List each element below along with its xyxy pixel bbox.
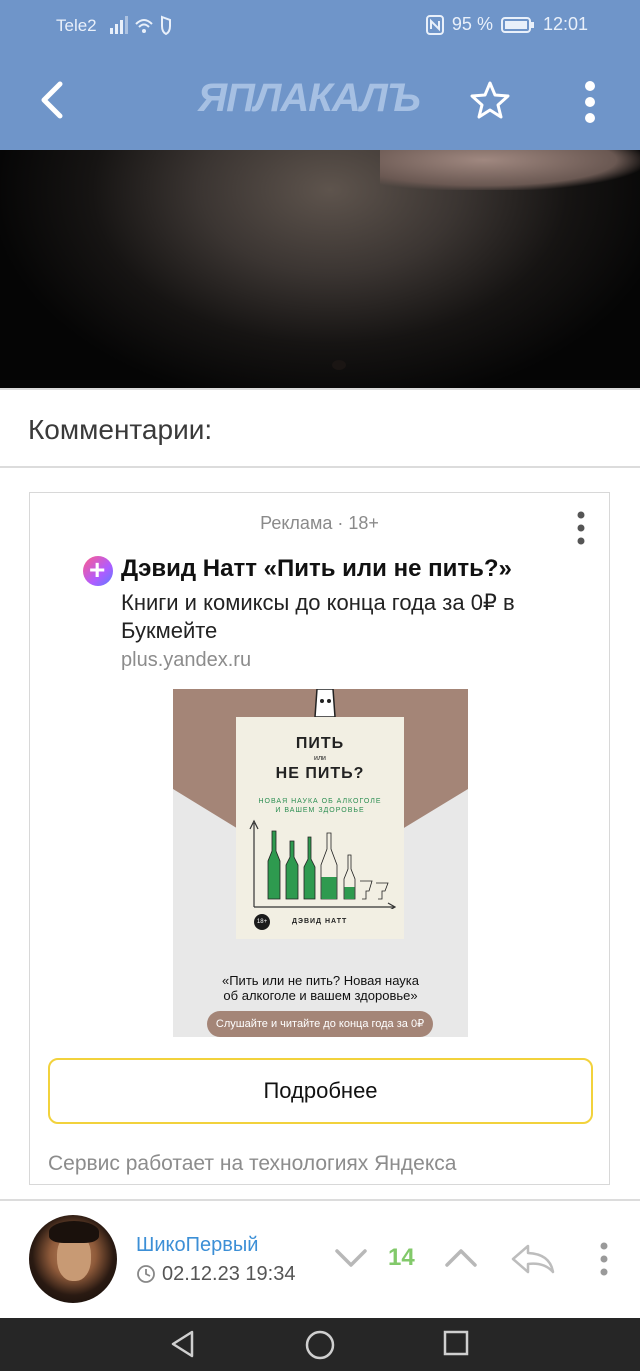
avatar[interactable] <box>29 1215 117 1303</box>
avatar-hair <box>49 1221 99 1243</box>
battery-icon <box>500 16 534 33</box>
ad-footer: Сервис работает на технологиях Яндекса <box>48 1152 457 1175</box>
banner-caption-line-2: об алкоголе и вашем здоровье» <box>223 988 418 1003</box>
book-author: ДЭВИД НАТТ <box>292 918 348 925</box>
banner-caption: «Пить или не пить? Новая наука об алкого… <box>173 973 468 1003</box>
divider <box>0 388 640 390</box>
reply-icon[interactable] <box>510 1242 556 1276</box>
clock-icon <box>137 1265 155 1283</box>
status-bar: Tele2 95 % 12:01 <box>0 0 640 50</box>
comment-row: ШикоПервый 02.12.23 19:34 14 <box>0 1200 640 1318</box>
bottles-illustration <box>249 819 396 909</box>
more-icon[interactable] <box>582 80 598 124</box>
yandex-plus-logo-icon <box>83 554 113 586</box>
ad-label: Реклама · 18+ <box>260 513 379 533</box>
book-age-badge: 18+ <box>254 914 270 930</box>
ad-description: Книги и комиксы до конца года за 0₽ в Бу… <box>121 590 515 643</box>
carrier-name: Tele2 <box>56 16 97 35</box>
image-detail <box>332 360 346 370</box>
comment-menu-icon[interactable] <box>600 1242 608 1276</box>
post-image <box>0 150 640 388</box>
site-logo[interactable]: ЯПЛАКАЛЪ <box>198 76 421 121</box>
comment-score: 14 <box>388 1244 415 1271</box>
nav-back-icon[interactable] <box>168 1329 198 1359</box>
star-icon[interactable] <box>469 80 511 120</box>
battery-percent: 95 % <box>451 14 493 34</box>
back-icon[interactable] <box>34 78 70 122</box>
ad-menu-icon[interactable] <box>577 511 585 545</box>
clock-time: 12:01 <box>542 14 588 34</box>
divider <box>0 466 640 468</box>
ad-block[interactable]: Реклама · 18+ Дэвид Натт «Пить или не пи… <box>29 492 610 1185</box>
signal-wifi-icons <box>108 14 178 41</box>
book-subtitle-line-2: И ВАШЕМ ЗДОРОВЬЕ <box>275 807 365 814</box>
nav-home-icon[interactable] <box>304 1329 336 1361</box>
book-subtitle-line-1: НОВАЯ НАУКА ОБ АЛКОГОЛЕ <box>258 798 382 805</box>
ad-banner[interactable]: ПИТЬ или НЕ ПИТЬ? НОВАЯ НАУКА ОБ АЛКОГОЛ… <box>173 689 468 1037</box>
comment-date: 02.12.23 19:34 <box>162 1263 296 1285</box>
banner-caption-line-1: «Пить или не пить? Новая наука <box>221 973 419 988</box>
book-subtitle: НОВАЯ НАУКА ОБ АЛКОГОЛЕ И ВАШЕМ ЗДОРОВЬЕ <box>236 797 404 815</box>
book-cover: ПИТЬ или НЕ ПИТЬ? НОВАЯ НАУКА ОБ АЛКОГОЛ… <box>236 717 404 939</box>
status-right: 95 % 12:01 <box>425 14 588 35</box>
book-title-line-3: НЕ ПИТЬ? <box>275 765 365 782</box>
comment-username[interactable]: ШикоПервый <box>136 1234 258 1257</box>
vote-up-icon[interactable] <box>444 1246 478 1270</box>
ad-title[interactable]: Дэвид Натт «Пить или не пить?» <box>121 555 512 583</box>
image-detail <box>380 150 640 190</box>
banner-offer-pill[interactable]: Слушайте и читайте до конца года за 0₽ <box>207 1011 433 1037</box>
system-nav-bar <box>0 1318 640 1371</box>
signal-icon <box>110 15 171 36</box>
ad-domain[interactable]: plus.yandex.ru <box>121 649 251 672</box>
nav-bar: ЯПЛАКАЛЪ <box>0 50 640 150</box>
nfc-icon <box>425 14 444 35</box>
book-title-line-2: или <box>314 755 326 762</box>
nav-recents-icon[interactable] <box>442 1329 470 1357</box>
comments-heading: Комментарии: <box>28 414 213 445</box>
vote-down-icon[interactable] <box>334 1246 368 1270</box>
more-details-button[interactable]: Подробнее <box>48 1058 593 1124</box>
book-title-line-1: ПИТЬ <box>295 735 345 752</box>
app-header: Tele2 95 % 12:01 ЯПЛАКАЛЪ <box>0 0 640 150</box>
